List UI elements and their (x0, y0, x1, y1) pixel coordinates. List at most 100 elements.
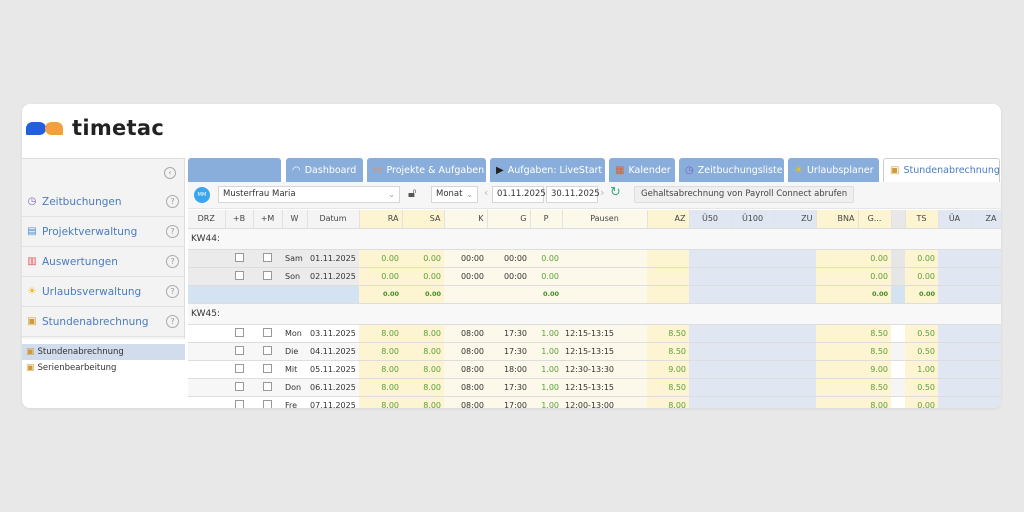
g-total-cell[interactable]: 9.00 (858, 360, 891, 379)
help-icon[interactable]: ? (166, 225, 179, 238)
bna-cell[interactable] (816, 249, 858, 268)
table-row[interactable]: Die 04.11.2025 8.00 8.00 08:00 17:30 1.00 12:15… (188, 342, 1001, 361)
zu-cell[interactable] (774, 342, 816, 361)
help-icon[interactable]: ? (166, 195, 179, 208)
pausen-cell[interactable] (562, 249, 647, 268)
u50-cell[interactable] (689, 249, 731, 268)
column-header[interactable]: ZA (971, 210, 1001, 229)
sa-cell[interactable]: 8.00 (402, 396, 444, 408)
bna-cell[interactable] (816, 267, 858, 286)
column-header[interactable]: K (444, 210, 488, 229)
column-header[interactable]: TS (905, 210, 939, 229)
pausen-cell[interactable]: 12:30-13:30 (562, 360, 647, 379)
column-header[interactable]: BNA (816, 210, 859, 229)
b-checkbox[interactable] (234, 381, 244, 391)
unlock-icon[interactable]: 🔓︎ (408, 186, 416, 201)
bna-cell[interactable] (816, 378, 858, 397)
zu-cell[interactable] (774, 249, 816, 268)
column-header[interactable]: DRZ (188, 210, 226, 229)
ua-cell[interactable] (938, 249, 971, 268)
ua-cell[interactable] (938, 360, 971, 379)
ra-cell[interactable]: 8.00 (359, 324, 402, 343)
az-cell[interactable]: 8.50 (647, 324, 689, 343)
k-cell[interactable]: 00:00 (444, 267, 487, 286)
tab-kalender[interactable]: ▦ Kalender (609, 158, 675, 182)
za-cell[interactable] (971, 360, 1001, 379)
ts-cell[interactable]: 0.50 (905, 378, 938, 397)
ra-cell[interactable]: 0.00 (359, 267, 402, 286)
ua-cell[interactable] (938, 342, 971, 361)
ts-cell[interactable]: 1.00 (905, 360, 938, 379)
k-cell[interactable]: 08:00 (444, 396, 487, 408)
u100-cell[interactable] (731, 267, 774, 286)
az-cell[interactable]: 8.50 (647, 342, 689, 361)
az-cell[interactable]: 8.50 (647, 378, 689, 397)
u50-cell[interactable] (689, 267, 731, 286)
p-cell[interactable]: 1.00 (530, 342, 562, 361)
b-checkbox[interactable] (234, 327, 244, 337)
az-cell[interactable]: 9.00 (647, 360, 689, 379)
g-total-cell[interactable]: 8.50 (858, 324, 891, 343)
ua-cell[interactable] (938, 267, 971, 286)
help-icon[interactable]: ? (166, 315, 179, 328)
p-cell[interactable]: 0.00 (530, 249, 562, 268)
collapse-sidebar-icon[interactable]: ‹ (164, 167, 176, 179)
help-icon[interactable]: ? (166, 285, 179, 298)
sa-cell[interactable]: 8.00 (402, 378, 444, 397)
user-select[interactable]: Musterfrau Maria ⌄ (218, 186, 400, 203)
bna-cell[interactable] (816, 360, 858, 379)
p-cell[interactable]: 1.00 (530, 378, 562, 397)
sidebar-item-zeitbuchungen[interactable]: ◷ Zeitbuchungen? (22, 187, 185, 217)
next-period-button[interactable]: › (600, 186, 604, 199)
u50-cell[interactable] (689, 396, 731, 408)
table-row[interactable]: Mit 05.11.2025 8.00 8.00 08:00 18:00 1.00 12:30… (188, 360, 1001, 379)
sidebar-item-auswertungen[interactable]: ▥ Auswertungen? (22, 247, 185, 277)
g-total-cell[interactable]: 0.00 (858, 249, 891, 268)
tab-aufgaben-livestart[interactable]: ▶ Aufgaben: LiveStart (490, 158, 605, 182)
g-cell[interactable]: 00:00 (487, 249, 530, 268)
sidebar-item-projektverwaltung[interactable]: ▤ Projektverwaltung? (22, 217, 185, 247)
u100-cell[interactable] (731, 378, 774, 397)
za-cell[interactable] (971, 396, 1001, 408)
tab-zeitbuchungsliste[interactable]: ◷ Zeitbuchungsliste (679, 158, 784, 182)
m-checkbox[interactable] (263, 345, 272, 355)
p-cell[interactable]: 1.00 (530, 396, 562, 408)
pausen-cell[interactable]: 12:15-13:15 (562, 342, 647, 361)
column-header[interactable]: +B (225, 210, 254, 229)
ts-cell[interactable]: 0.00 (905, 267, 938, 286)
b-checkbox[interactable] (234, 252, 244, 262)
tab-urlaubsplaner[interactable]: ☀ Urlaubsplaner (788, 158, 879, 182)
ua-cell[interactable] (938, 378, 971, 397)
pausen-cell[interactable]: 12:00-13:00 (562, 396, 647, 408)
m-checkbox[interactable] (263, 399, 272, 408)
g-cell[interactable]: 17:00 (487, 396, 530, 408)
previous-period-button[interactable]: ‹ (484, 186, 488, 199)
p-cell[interactable]: 0.00 (530, 267, 562, 286)
column-header[interactable]: Ü50 (689, 210, 732, 229)
subitem-serienbearbeitung[interactable]: ▣ Serienbearbeitung (22, 360, 185, 376)
za-cell[interactable] (971, 267, 1001, 286)
subitem-stundenabrechnung[interactable]: ▣ Stundenabrechnung (22, 344, 185, 360)
zu-cell[interactable] (774, 267, 816, 286)
g-total-cell[interactable]: 0.00 (858, 267, 891, 286)
refresh-icon[interactable]: ↻ (610, 185, 621, 200)
pausen-cell[interactable]: 12:15-13:15 (562, 324, 647, 343)
p-cell[interactable]: 1.00 (530, 324, 562, 343)
k-cell[interactable]: 08:00 (444, 324, 487, 343)
period-select[interactable]: Monat ⌄ (431, 186, 478, 203)
u100-cell[interactable] (731, 360, 774, 379)
g-total-cell[interactable]: 8.00 (858, 396, 891, 408)
m-checkbox[interactable] (263, 363, 272, 373)
date-to-input[interactable]: 30.11.2025 (546, 186, 600, 203)
za-cell[interactable] (971, 249, 1001, 268)
sa-cell[interactable]: 0.00 (402, 267, 444, 286)
az-cell[interactable] (647, 249, 689, 268)
b-checkbox[interactable] (234, 345, 244, 355)
u100-cell[interactable] (731, 249, 774, 268)
pausen-cell[interactable]: 12:15-13:15 (562, 378, 647, 397)
g-total-cell[interactable]: 8.50 (858, 378, 891, 397)
zu-cell[interactable] (774, 324, 816, 343)
m-checkbox[interactable] (263, 327, 272, 337)
sidebar-item-urlaubsverwaltung[interactable]: ☀ Urlaubsverwaltung? (22, 277, 185, 307)
k-cell[interactable]: 08:00 (444, 360, 487, 379)
